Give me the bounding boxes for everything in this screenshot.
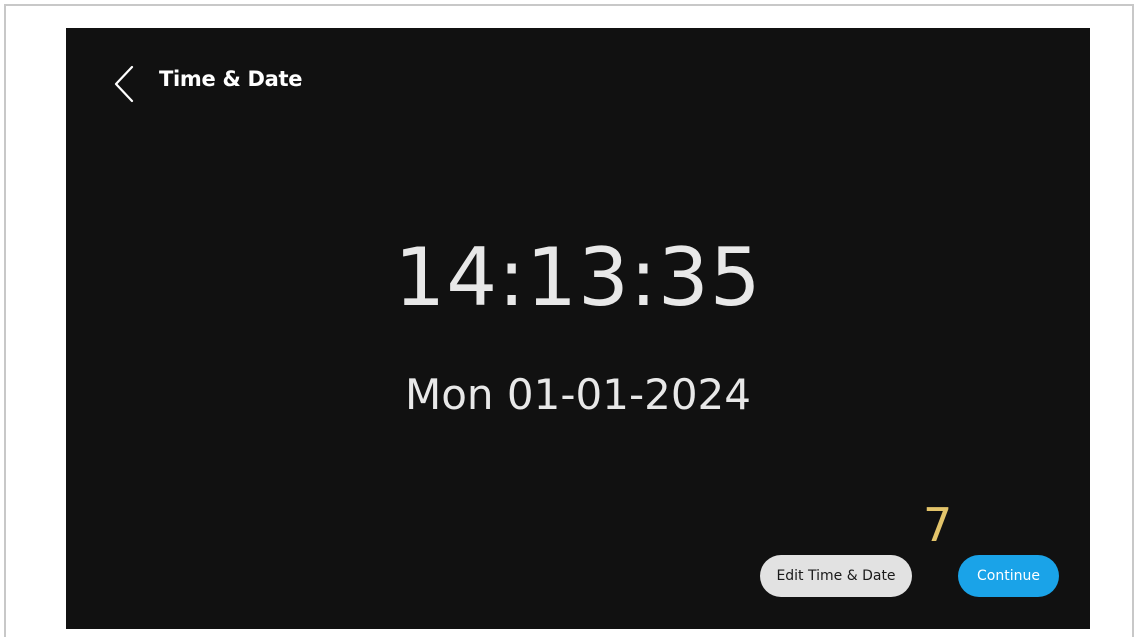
chevron-left-icon <box>114 65 134 103</box>
callout-number: 7 <box>923 498 953 552</box>
continue-button[interactable]: Continue <box>958 555 1059 597</box>
current-date: Mon 01-01-2024 <box>405 370 751 419</box>
current-time: 14:13:35 <box>394 231 762 324</box>
back-button[interactable] <box>106 62 142 106</box>
device-frame: Time & Date 14:13:35 Mon 01-01-2024 7 Ed… <box>4 4 1134 637</box>
edit-time-date-button[interactable]: Edit Time & Date <box>760 555 912 597</box>
page-title: Time & Date <box>159 67 303 91</box>
time-date-screen: Time & Date 14:13:35 Mon 01-01-2024 7 Ed… <box>66 28 1090 629</box>
